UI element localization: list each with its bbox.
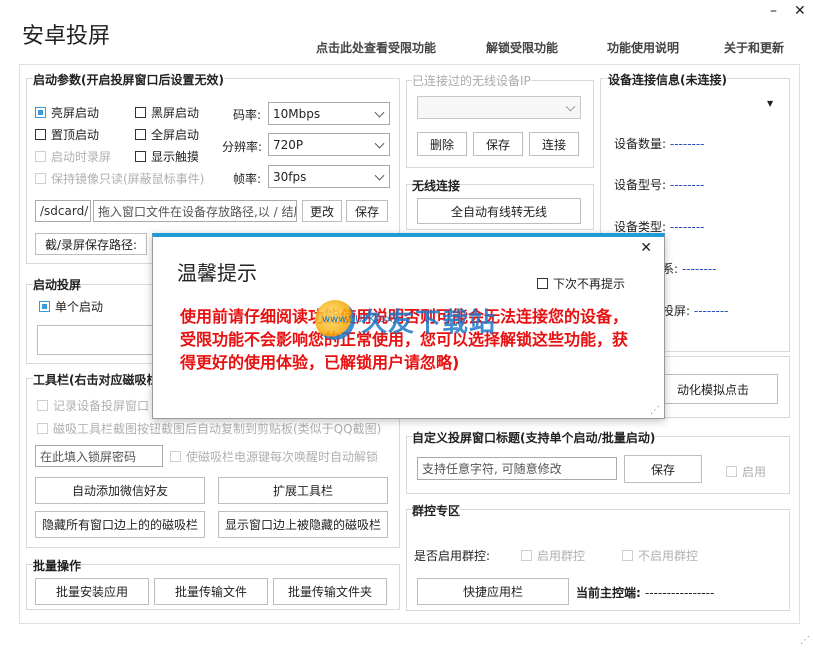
wireless-title: 无线连接 [412,177,461,194]
group-control-title: 群控专区 [412,502,461,519]
lock-password-input[interactable]: 在此填入锁屏密码 [35,445,163,467]
no-more-tips-checkbox[interactable]: 下次不再提示 [537,275,625,292]
bright-start-checkbox[interactable]: 亮屏启动 [35,104,99,121]
link-about[interactable]: 关于和更新 [724,39,784,56]
enable-group-checkbox[interactable]: 启用群控 [521,547,585,564]
bitrate-label: 码率: [233,108,262,122]
resolution-select[interactable]: 720P [268,133,390,156]
connect-ip-button[interactable]: 连接 [529,132,579,156]
batch-install-button[interactable]: 批量安装应用 [35,578,149,605]
batch-transfer-file-button[interactable]: 批量传输文件 [154,578,268,605]
chevron-down-icon [565,101,576,112]
chevron-down-icon [374,138,385,149]
record-on-start-checkbox[interactable]: 启动时录屏 [35,148,111,165]
toolbar-title: 工具栏(右击对应磁吸栏 [33,371,159,388]
batch-transfer-folder-button[interactable]: 批量传输文件夹 [273,578,387,605]
device-system-row: 系: -------- [662,262,717,276]
disable-group-checkbox[interactable]: 不启用群控 [622,547,698,564]
resize-grip-icon[interactable]: ⋰ [800,635,810,646]
group-control-question: 是否启用群控: [414,549,491,563]
auto-wireless-button[interactable]: 全自动有线转无线 [417,198,581,224]
quick-app-bar-button[interactable]: 快捷应用栏 [417,578,569,605]
single-launch-radio[interactable]: 单个启动 [39,298,103,315]
fps-label: 帧率: [233,172,262,186]
master-device-row: 当前主控端: ---------------- [576,586,715,600]
record-path-button[interactable]: 截/录屏保存路径: [35,233,147,255]
top-start-checkbox[interactable]: 置顶启动 [35,126,99,143]
save-path-button[interactable]: 保存 [346,200,388,222]
wake-unlock-checkbox[interactable]: 使磁吸栏电源键每次唤醒时自动解锁 [170,448,378,465]
save-ip-button[interactable]: 保存 [473,132,523,156]
startup-group-title: 启动参数(开启投屏窗口后设置无效) [33,71,224,88]
watermark-url: www.9UPK.com [322,314,400,325]
link-help[interactable]: 功能使用说明 [607,39,679,56]
dialog-close-icon[interactable]: ✕ [640,240,652,256]
save-title-button[interactable]: 保存 [624,455,702,483]
clipboard-checkbox[interactable]: 磁吸工具栏截图按钮截图后自动复制到剪贴板(类似于QQ截图) [37,420,381,437]
dialog-title: 温馨提示 [177,261,257,285]
wifi-devices-title: 已连接过的无线设备IP [412,72,531,89]
record-window-checkbox[interactable]: 记录设备投屏窗口 [37,397,149,414]
device-model-row: 设备型号: -------- [614,178,705,192]
fps-select[interactable]: 30fps [268,165,390,188]
enable-title-checkbox[interactable]: 启用 [726,463,766,480]
add-wechat-button[interactable]: 自动添加微信好友 [35,477,205,504]
wifi-ip-select[interactable] [417,96,581,119]
fullscreen-start-checkbox[interactable]: 全屏启动 [135,126,199,143]
device-info-title: 设备连接信息(未连接) [608,71,727,88]
delete-ip-button[interactable]: 删除 [417,132,467,156]
minimize-button[interactable]: – [770,4,777,18]
auto-click-button[interactable]: 动化模拟点击 [648,374,778,404]
readonly-mirror-checkbox[interactable]: 保持镜像只读(屏蔽鼠标事件) [35,170,204,187]
chevron-down-icon [374,107,385,118]
push-path-input[interactable]: 拖入窗口文件在设备存放路径,以 / 结尾 [93,200,297,222]
bitrate-select[interactable]: 10Mbps [268,102,390,125]
resolution-label: 分辨率: [222,140,263,154]
launch-title: 启动投屏 [33,276,82,293]
show-touch-checkbox[interactable]: 显示触摸 [135,148,199,165]
batch-title: 批量操作 [33,557,82,574]
device-count-row: 设备数量: -------- [614,137,705,151]
hide-all-bars-button[interactable]: 隐藏所有窗口边上的的磁吸栏 [35,511,205,538]
black-start-checkbox[interactable]: 黑屏启动 [135,104,199,121]
extend-toolbar-button[interactable]: 扩展工具栏 [218,477,388,504]
device-cast-row: 投屏: -------- [662,304,729,318]
window-title-input[interactable]: 支持任意字符, 可随意修改 [417,457,617,480]
dialog-resize-grip-icon[interactable]: ⋰ [650,405,660,416]
path-prefix-field[interactable]: /sdcard/ [35,200,91,222]
app-title: 安卓投屏 [22,24,111,49]
link-unlock[interactable]: 解锁受限功能 [486,39,558,56]
show-hidden-bars-button[interactable]: 显示窗口边上被隐藏的磁吸栏 [218,511,388,538]
caret-down-icon[interactable]: ▼ [767,99,773,108]
link-restricted-features[interactable]: 点击此处查看受限功能 [316,39,436,56]
custom-title-title: 自定义投屏窗口标题(支持单个启动/批量启动) [412,429,656,446]
change-path-button[interactable]: 更改 [302,200,342,222]
close-window-button[interactable]: ✕ [794,4,806,18]
chevron-down-icon [374,170,385,181]
